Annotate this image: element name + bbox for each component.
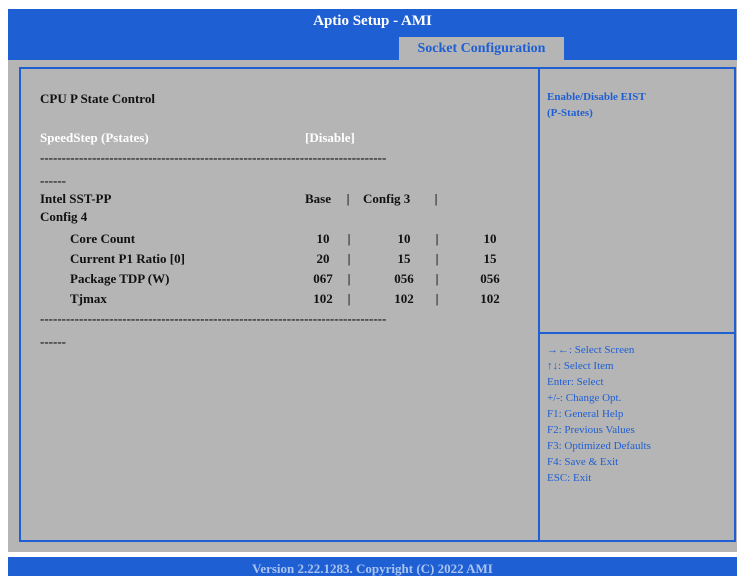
version-text: Version 2.22.1283. Copyright (C) 2022 AM… (252, 561, 493, 576)
row-pipe: | (435, 251, 439, 266)
app-title: Aptio Setup - AMI (313, 13, 432, 29)
sst-pp-label: Intel SST-PP (40, 191, 112, 206)
row-config4: 102 (480, 291, 500, 306)
row-config4: 056 (480, 271, 500, 286)
row-pipe: | (347, 251, 351, 266)
help-description-line1: Enable/Disable EIST (547, 91, 646, 103)
sst-header-pipe: | (346, 191, 350, 206)
row-config4: 15 (483, 251, 497, 266)
sst-pp-label-line2: Config 4 (40, 209, 88, 224)
speedstep-value[interactable]: [Disable] (305, 130, 355, 146)
app-title-bar: Aptio Setup - AMI (8, 9, 737, 34)
row-pipe: | (347, 291, 351, 306)
key-hint: ↑↓: Select Item (547, 360, 614, 372)
key-hint: F4: Save & Exit (547, 456, 619, 468)
row-label: Package TDP (W) (70, 271, 170, 286)
speedstep-label[interactable]: SpeedStep (Pstates) (40, 130, 149, 146)
settings-pane: CPU P State Control SpeedStep (Pstates) … (19, 67, 540, 542)
help-pane: Enable/Disable EIST (P-States) →←: Selec… (540, 67, 736, 542)
separator-line: ----------------------------------------… (40, 150, 387, 165)
row-base: 067 (313, 271, 333, 286)
sst-header-base: Base (305, 191, 331, 206)
sst-header-config3: Config 3 (363, 191, 411, 206)
row-config3: 10 (397, 231, 411, 246)
key-hint: →←: Select Screen (547, 344, 635, 356)
row-pipe: | (435, 271, 439, 286)
help-description-line2: (P-States) (547, 107, 593, 119)
row-label: Tjmax (70, 291, 107, 306)
row-base: 10 (316, 231, 330, 246)
row-label: Core Count (70, 231, 136, 246)
separator-tail: ------ (40, 334, 66, 349)
tab-bar: Socket Configuration (8, 34, 737, 60)
row-base: 20 (316, 251, 330, 266)
separator-tail: ------ (40, 173, 66, 188)
key-hint: F2: Previous Values (547, 424, 635, 436)
key-hint: Enter: Select (547, 376, 604, 388)
key-hint: ESC: Exit (547, 472, 592, 484)
row-base: 102 (313, 291, 333, 306)
setup-panel: CPU P State Control SpeedStep (Pstates) … (8, 60, 737, 552)
key-hint: F3: Optimized Defaults (547, 440, 651, 452)
tab-socket-configuration[interactable]: Socket Configuration (399, 37, 564, 60)
row-pipe: | (435, 291, 439, 306)
row-config3: 102 (394, 291, 414, 306)
row-config3: 056 (394, 271, 414, 286)
footer-bar: Version 2.22.1283. Copyright (C) 2022 AM… (8, 557, 737, 576)
key-hint: F1: General Help (547, 408, 624, 420)
help-divider (540, 332, 734, 334)
key-hint: +/-: Change Opt. (547, 392, 622, 404)
row-pipe: | (435, 231, 439, 246)
section-title: CPU P State Control (40, 91, 155, 106)
row-config4: 10 (483, 231, 497, 246)
row-pipe: | (347, 231, 351, 246)
row-config3: 15 (397, 251, 411, 266)
sst-header-pipe: | (434, 191, 438, 206)
separator-line: ----------------------------------------… (40, 311, 387, 326)
row-label: Current P1 Ratio [0] (70, 251, 185, 266)
row-pipe: | (347, 271, 351, 286)
